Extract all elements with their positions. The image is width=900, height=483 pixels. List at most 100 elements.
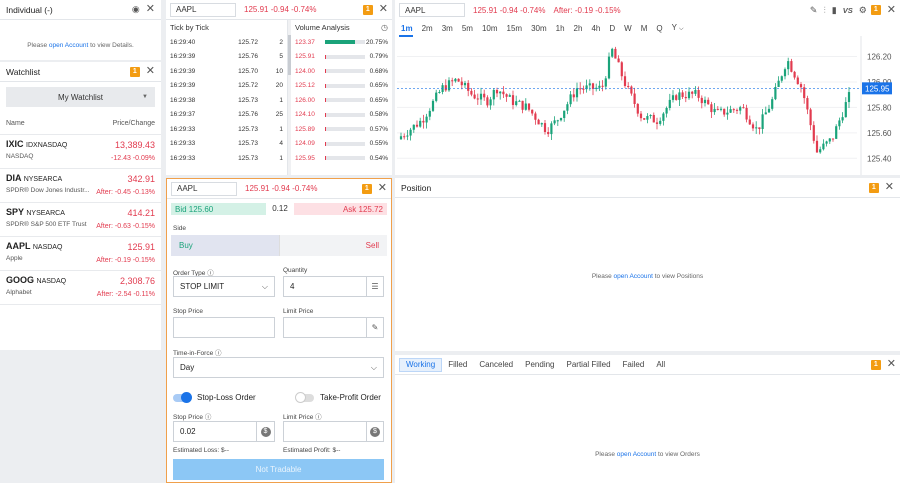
take-profit-toggle[interactable]: Take-Profit Order [295, 392, 381, 403]
buy-button[interactable]: Buy [171, 235, 279, 256]
watchlist-dropdown[interactable]: My Watchlist ▼ [6, 87, 155, 107]
edit-price-button[interactable]: ✎ [366, 317, 384, 338]
timeframe-2h[interactable]: 2h [574, 24, 583, 33]
tick-scrollbar[interactable] [288, 20, 291, 175]
submit-button[interactable]: Not Tradable [173, 459, 384, 480]
quantity-input[interactable]: 4 [283, 276, 367, 297]
timeframe-30m[interactable]: 30m [531, 24, 547, 33]
watchlist-item-spy[interactable]: SPY NYSEARCA SPDR® S&P 500 ETF Trust 414… [0, 203, 161, 237]
candle-body [691, 91, 694, 94]
badge-icon[interactable]: 1 [129, 66, 140, 77]
timeframe-q[interactable]: Q [656, 24, 662, 33]
watchlist-item-ixic[interactable]: IXIC IDXNASDAQ NASDAQ 13,389.43 -12.43 -… [0, 135, 161, 169]
timeframe-m[interactable]: M [641, 24, 648, 33]
toggle-switch-off[interactable] [295, 392, 314, 403]
sl-limit-currency-button[interactable]: $ [366, 421, 384, 442]
candle-body [646, 116, 649, 120]
timeframe-1m[interactable]: 1m [401, 24, 413, 33]
close-icon[interactable]: ✕ [885, 182, 894, 193]
close-icon[interactable]: ✕ [146, 4, 155, 15]
sl-limit-price-input[interactable] [283, 421, 367, 442]
sl-stop-currency-button[interactable]: $ [256, 421, 275, 442]
timeframe-d[interactable]: D [609, 24, 615, 33]
candle-body [780, 76, 783, 81]
timeframe-2m[interactable]: 2m [422, 24, 433, 33]
toggle-switch-on[interactable] [173, 392, 192, 403]
symbol-input[interactable]: AAPL [399, 3, 465, 17]
candle-body [403, 136, 406, 138]
tab-filled[interactable]: Filled [442, 358, 473, 372]
badge-icon[interactable]: 1 [870, 359, 881, 370]
stop-loss-toggle[interactable]: Stop-Loss Order [173, 392, 256, 403]
tif-select[interactable]: Day ⌵ [173, 357, 384, 378]
timeframe-1h[interactable]: 1h [556, 24, 565, 33]
tab-failed[interactable]: Failed [617, 358, 651, 372]
timeframe-5m[interactable]: 5m [462, 24, 473, 33]
badge-icon[interactable]: 1 [361, 183, 372, 194]
timeframe-w[interactable]: W [624, 24, 632, 33]
timeframe-4h[interactable]: 4h [591, 24, 600, 33]
watchlist-item-goog[interactable]: GOOG NASDAQ Alphabet 2,308.76 After: -2.… [0, 271, 161, 305]
close-icon[interactable]: ✕ [887, 4, 896, 16]
symbol-input[interactable]: AAPL [170, 2, 236, 17]
ask-price[interactable]: Ask 125.72 [294, 203, 387, 215]
bid-price[interactable]: Bid 125.60 [171, 203, 266, 215]
account-title: Individual (-) [6, 4, 53, 15]
quantity-stack-button[interactable]: ☰ [366, 276, 384, 297]
pencil-icon[interactable]: ✎ [810, 5, 818, 16]
gear-icon[interactable]: ⚙ [859, 5, 867, 16]
tab-pending[interactable]: Pending [519, 358, 560, 372]
limit-price-input[interactable] [283, 317, 367, 338]
badge-icon[interactable]: 1 [868, 182, 879, 193]
candle-body [745, 107, 748, 120]
timeframe-3m[interactable]: 3m [442, 24, 453, 33]
compare-vs-button[interactable]: VS [843, 6, 853, 15]
order-type-select[interactable]: STOP LIMIT ⌵ [173, 276, 275, 297]
close-icon[interactable]: ✕ [146, 66, 155, 77]
candle-body [796, 77, 799, 85]
timeframe-y[interactable]: Y ⌵ [672, 23, 684, 33]
price-chart[interactable]: 126.20126.00125.80125.60125.40125.95 [395, 36, 900, 175]
volume-bar-fill [325, 83, 327, 88]
volume-row: 125.95 0.54% [291, 151, 392, 166]
tab-canceled[interactable]: Canceled [473, 358, 519, 372]
stop-price-input[interactable] [173, 317, 275, 338]
volume-bar-fill [325, 141, 327, 146]
open-account-link[interactable]: open Account [617, 451, 656, 458]
tab-working[interactable]: Working [399, 357, 443, 372]
clock-icon[interactable]: ◷ [381, 23, 388, 32]
indicators-icon[interactable]: ▮ [832, 5, 837, 16]
sl-stop-price-input[interactable]: 0.02 [173, 421, 257, 442]
eye-icon[interactable]: ◉ [132, 4, 140, 15]
watchlist-item-dia[interactable]: DIA NYSEARCA SPDR® Dow Jones Industr... … [0, 169, 161, 203]
candle-body [460, 81, 463, 86]
candle-body [470, 90, 473, 95]
item-exchange: NASDAQ [36, 278, 67, 285]
candle-body [559, 118, 563, 121]
badge-icon[interactable]: 1 [870, 5, 881, 15]
candle-body [668, 99, 671, 108]
open-account-link[interactable]: open Account [614, 273, 653, 280]
candle-body [483, 93, 486, 98]
timeframe-15m[interactable]: 15m [507, 24, 523, 33]
badge-icon[interactable]: 1 [362, 4, 373, 15]
chevron-down-icon: ⌵ [261, 281, 268, 291]
volume-bar-fill [325, 127, 327, 132]
item-symbol: GOOG [6, 275, 35, 285]
watchlist-item-aapl[interactable]: AAPL NASDAQ Apple 125.91 After: -0.19 -0… [0, 237, 161, 271]
candle-body [675, 95, 678, 100]
order-panel: AAPL 125.91 -0.94 -0.74% 1 ✕ Bid 125.60 … [166, 178, 392, 483]
volume-price: 125.89 [295, 125, 315, 133]
tab-partial-filled[interactable]: Partial Filled [561, 358, 617, 372]
sell-button[interactable]: Sell [279, 235, 387, 256]
candle-type-icon[interactable]: ⫶ [823, 5, 825, 16]
timeframe-10m[interactable]: 10m [482, 24, 498, 33]
open-account-link[interactable]: open Account [49, 42, 88, 49]
tab-all[interactable]: All [650, 358, 671, 372]
close-icon[interactable]: ✕ [887, 359, 896, 370]
symbol-input[interactable]: AAPL [171, 181, 237, 196]
quote-text: 125.91 -0.94 -0.74% [473, 5, 546, 15]
close-icon[interactable]: ✕ [379, 4, 388, 15]
volume-row: 125.89 0.57% [291, 122, 392, 137]
close-icon[interactable]: ✕ [378, 183, 387, 194]
